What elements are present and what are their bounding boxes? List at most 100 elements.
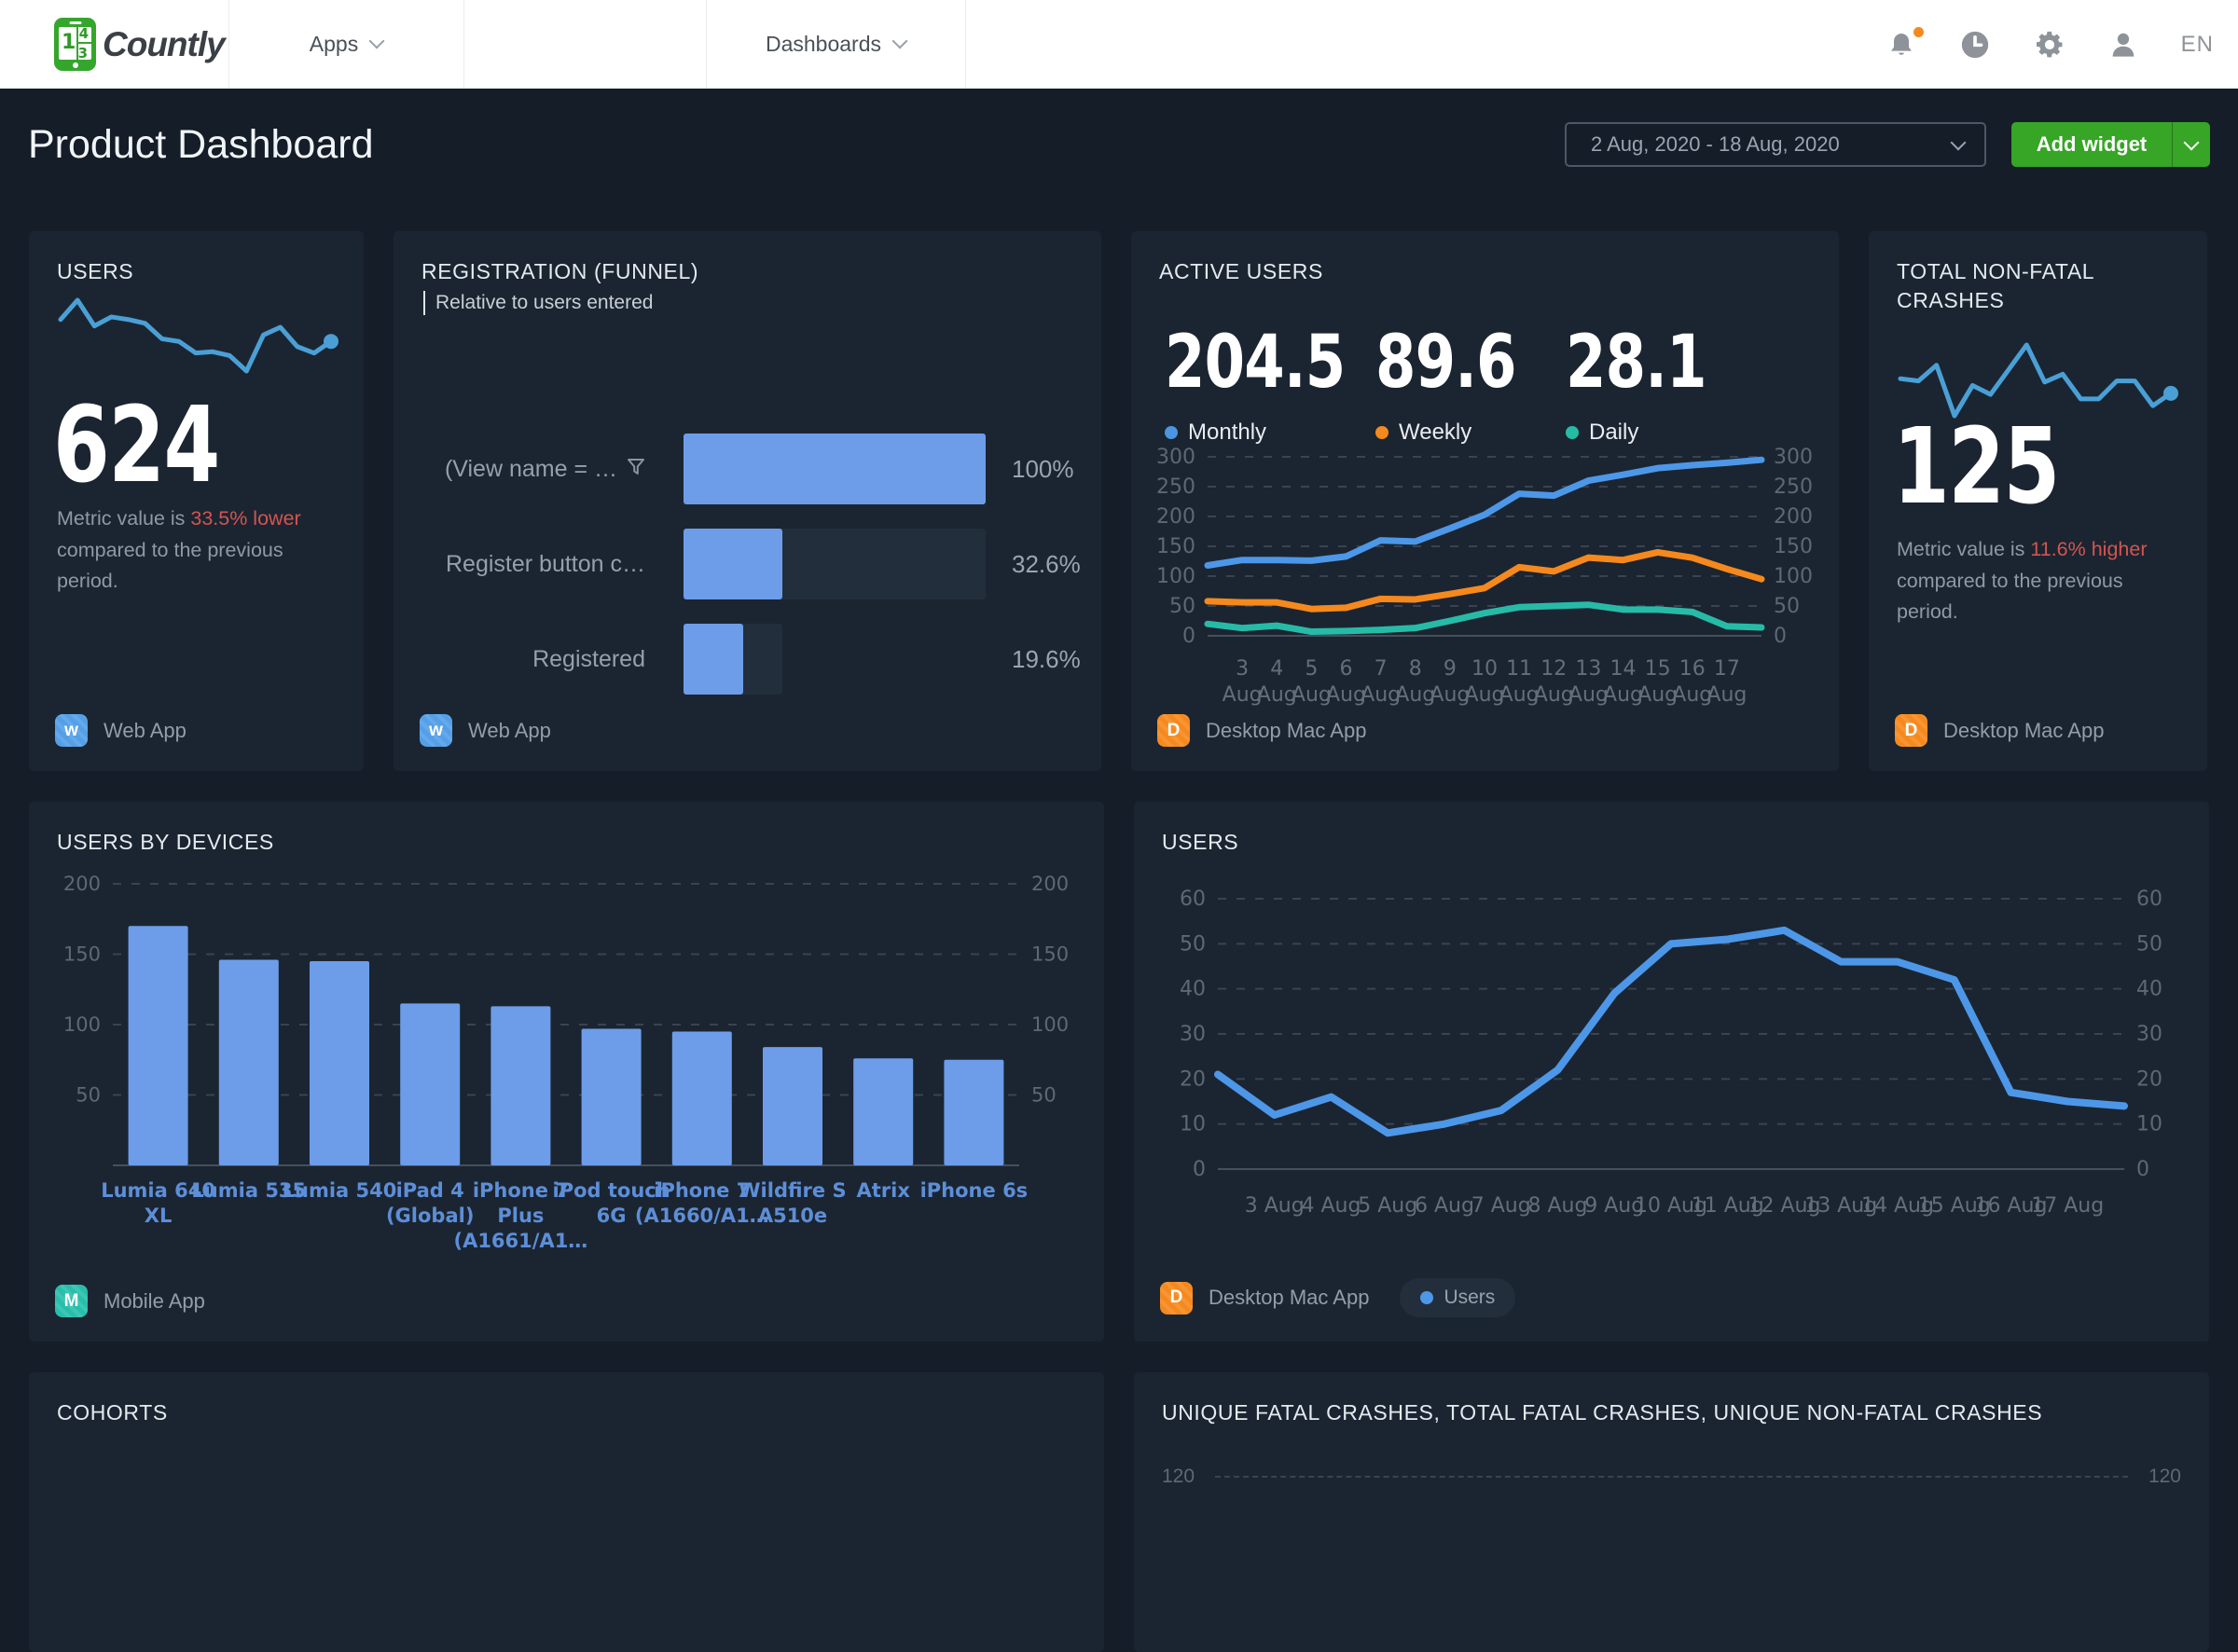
- bar-iPod touch 6G: [582, 1029, 642, 1165]
- x-tick-label: 3 Aug: [1245, 1194, 1305, 1218]
- x-category-label: A510e: [758, 1205, 827, 1227]
- widget-title: COHORTS: [57, 1398, 168, 1427]
- bar-iPhone 7 (A1660/A1…: [672, 1032, 732, 1165]
- x-tick-label: 7 Aug: [1471, 1194, 1531, 1218]
- funnel-step-label: (View name = …: [421, 434, 645, 504]
- y-tick-label: 30: [2136, 1023, 2162, 1046]
- y-tick-label: 150: [1031, 943, 1069, 966]
- chevron-down-icon: [1951, 135, 1967, 151]
- legend-label: Users: [1444, 1287, 1495, 1309]
- y-tick-label: 0: [2136, 1158, 2149, 1181]
- page-title: Product Dashboard: [28, 122, 374, 168]
- bar-iPhone 6s: [944, 1060, 1003, 1165]
- nav-actions: EN: [1886, 0, 2214, 89]
- x-category-label: iPhone 7: [654, 1179, 750, 1202]
- stat-daily: 28.1 Daily: [1566, 321, 1741, 446]
- nav-divider: [463, 0, 464, 89]
- widget-title: USERS: [57, 257, 133, 286]
- source-app-name: Web App: [468, 719, 551, 743]
- widget-users-by-devices: USERS BY DEVICES 5050100100150150200200L…: [29, 802, 1104, 1342]
- y-tick-label: 100: [63, 1013, 101, 1036]
- legend-dot-monthly: [1165, 426, 1178, 439]
- x-tick-label: 6: [1340, 657, 1353, 681]
- stat-label: Weekly: [1399, 420, 1471, 446]
- x-tick-label: 16: [1679, 657, 1706, 681]
- funnel-bar-fill: [684, 624, 743, 695]
- y-tick-label: 10: [1180, 1113, 1206, 1136]
- bar-Lumia 535: [219, 960, 279, 1165]
- source-app-tag: D Desktop Mac App Users: [1160, 1278, 1515, 1317]
- series-legend-toggle[interactable]: Users: [1400, 1278, 1515, 1317]
- metric-value: 624: [53, 385, 219, 506]
- filter-funnel-icon: [627, 456, 645, 483]
- stat-monthly: 204.5 Monthly: [1165, 321, 1390, 446]
- stat-label: Monthly: [1188, 420, 1266, 446]
- widget-title: ACTIVE USERS: [1159, 257, 1323, 286]
- gridline: [1215, 1476, 2128, 1478]
- widget-title: USERS: [1162, 828, 1238, 857]
- web-app-icon: w: [420, 714, 452, 747]
- funnel-row: (View name = …100%: [421, 434, 1073, 504]
- source-app-tag: D Desktop Mac App: [1157, 714, 1366, 747]
- stat-value: 28.1: [1566, 321, 1706, 405]
- series-daily: [1208, 605, 1761, 632]
- nav-item-dashboards[interactable]: Dashboards: [706, 0, 965, 89]
- y-tick-label: 200: [1156, 505, 1195, 529]
- add-widget-button[interactable]: Add widget: [2011, 122, 2210, 167]
- source-app-name: Desktop Mac App: [1209, 1286, 1369, 1310]
- x-category-label: (A1661/A1…: [453, 1230, 587, 1252]
- add-widget-menu-button[interactable]: [2172, 122, 2210, 167]
- legend-dot: [1420, 1291, 1433, 1304]
- stat-value: 204.5: [1165, 321, 1345, 405]
- date-range-picker[interactable]: 2 Aug, 2020 - 18 Aug, 2020: [1565, 122, 1986, 167]
- x-category-label: Atrix: [856, 1179, 910, 1202]
- funnel-bar-fill: [684, 434, 986, 504]
- notifications-bell-icon[interactable]: [1886, 30, 1916, 60]
- nav-item-apps[interactable]: Apps: [228, 0, 463, 89]
- metric-change-value: 33.5% lower: [190, 507, 300, 530]
- countly-logo-icon[interactable]: 1 4 3: [54, 18, 96, 71]
- y-tick-label: 200: [63, 873, 101, 895]
- x-tick-label: 5 Aug: [1358, 1194, 1417, 1218]
- chevron-down-icon: [892, 34, 908, 49]
- funnel-step-label: Registered: [421, 624, 645, 695]
- bar-Wildfire S A510e: [763, 1047, 822, 1165]
- user-profile-icon[interactable]: [2108, 30, 2138, 60]
- x-tick-label: 17 Aug: [2031, 1194, 2104, 1218]
- nav-divider: [965, 0, 966, 89]
- x-tick-label: Aug: [1706, 683, 1747, 707]
- settings-gear-icon[interactable]: [2034, 29, 2065, 61]
- source-app-tag: M Mobile App: [55, 1285, 205, 1317]
- time-clock-icon[interactable]: [1959, 29, 1991, 61]
- x-category-label: 6G: [597, 1205, 627, 1227]
- sparkline-path: [1900, 345, 2171, 416]
- desktop-app-icon: D: [1895, 714, 1927, 747]
- widget-users-metric: USERS 624 Metric value is 33.5% lower co…: [29, 231, 364, 771]
- y-tick-label: 30: [1180, 1023, 1206, 1046]
- users-line-chart: 001010202030304040505060603 Aug4 Aug5 Au…: [1158, 873, 2184, 1255]
- stat-value: 89.6: [1375, 321, 1516, 405]
- x-tick-label: 8: [1409, 657, 1422, 681]
- x-tick-label: 17: [1714, 657, 1740, 681]
- language-selector[interactable]: EN: [2181, 32, 2214, 58]
- source-app-tag: D Desktop Mac App: [1895, 714, 2104, 747]
- y-tick-label: 100: [1031, 1013, 1069, 1036]
- web-app-icon: w: [55, 714, 88, 747]
- metric-note: Metric value is 11.6% higher compared to…: [1897, 534, 2173, 628]
- x-category-label: iPad 4: [396, 1179, 464, 1202]
- chevron-down-icon: [369, 34, 385, 49]
- funnel-step-value: 19.6%: [1012, 624, 1081, 695]
- mobile-app-icon: M: [55, 1285, 88, 1317]
- sparkline-end-dot: [2163, 386, 2178, 401]
- funnel-step-label: Register button c…: [421, 529, 645, 599]
- x-category-label: XL: [145, 1205, 173, 1227]
- desktop-app-icon: D: [1160, 1282, 1193, 1315]
- y-tick-label: 50: [76, 1084, 101, 1107]
- y-tick-label: 200: [1774, 505, 1813, 529]
- widget-cohorts: COHORTS: [29, 1372, 1104, 1652]
- stat-weekly: 89.6 Weekly: [1375, 321, 1551, 446]
- chart-axis-preview: 120 120: [1162, 1466, 2181, 1488]
- widget-nonfatal-crashes: TOTAL NON-FATAL CRASHES 125 Metric value…: [1869, 231, 2207, 771]
- brand-wordmark[interactable]: Countly: [103, 0, 225, 89]
- y-tick-label: 250: [1156, 475, 1195, 499]
